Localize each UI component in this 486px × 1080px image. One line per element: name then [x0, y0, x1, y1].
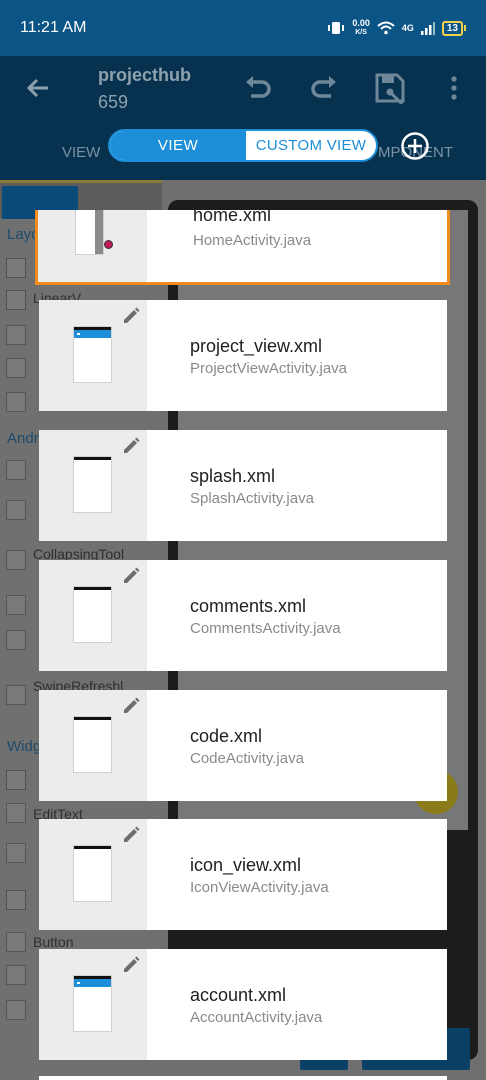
- screen-thumbnail: [73, 845, 112, 902]
- screen-xml-name: project_view.xml: [190, 335, 323, 356]
- screen-card[interactable]: code.xml CodeActivity.java: [39, 690, 447, 801]
- screen-java-name: AccountActivity.java: [190, 1008, 323, 1026]
- edit-pencil-icon[interactable]: [121, 955, 141, 975]
- screen-thumbnail-area: [39, 300, 147, 411]
- screen-thumbnail: [73, 456, 112, 513]
- screen-thumbnail: [73, 586, 112, 643]
- screen-xml-name: comments.xml: [190, 595, 307, 616]
- screen-card-selected[interactable]: home.xml HomeActivity.java: [35, 210, 450, 285]
- edit-pencil-icon[interactable]: [121, 306, 141, 326]
- screen-xml-name: home.xml: [193, 210, 272, 225]
- screen-java-name: ProjectViewActivity.java: [190, 359, 348, 377]
- fab-dot-icon: [104, 240, 113, 249]
- screen-thumbnail: [73, 326, 112, 383]
- screen-card[interactable]: account.xml AccountActivity.java: [39, 949, 447, 1060]
- screen-java-name: CodeActivity.java: [190, 749, 304, 767]
- screen-card-partial: [39, 1076, 447, 1080]
- edit-pencil-icon[interactable]: [121, 566, 141, 586]
- screen-java-name: SplashActivity.java: [190, 489, 314, 507]
- screens-list: home.xml HomeActivity.java project_view.…: [0, 0, 486, 1080]
- screen-thumbnail-area: [39, 949, 147, 1060]
- screen-java-name: IconViewActivity.java: [190, 878, 329, 896]
- screen-java-name: HomeActivity.java: [193, 232, 312, 249]
- screen-thumbnail-area: [38, 210, 147, 282]
- screen-thumbnail: [73, 716, 112, 773]
- screen-xml-name: icon_view.xml: [190, 854, 302, 875]
- screen-card[interactable]: project_view.xml ProjectViewActivity.java: [39, 300, 447, 411]
- screen-card[interactable]: splash.xml SplashActivity.java: [39, 430, 447, 541]
- screen-xml-name: splash.xml: [190, 465, 276, 486]
- screen-thumbnail-area: [39, 819, 147, 930]
- screen-java-name: CommentsActivity.java: [190, 619, 341, 637]
- screen-thumbnail-area: [39, 430, 147, 541]
- screen-thumbnail-area: [39, 690, 147, 801]
- screen-thumbnail-area: [39, 560, 147, 671]
- edit-pencil-icon[interactable]: [121, 436, 141, 456]
- edit-pencil-icon[interactable]: [121, 696, 141, 716]
- screen-card[interactable]: comments.xml CommentsActivity.java: [39, 560, 447, 671]
- screen-thumbnail: [73, 975, 112, 1032]
- screen-thumbnail: [75, 210, 113, 255]
- screen-xml-name: account.xml: [190, 984, 287, 1005]
- edit-pencil-icon[interactable]: [121, 825, 141, 845]
- screen-card[interactable]: icon_view.xml IconViewActivity.java: [39, 819, 447, 930]
- screen-xml-name: code.xml: [190, 725, 263, 746]
